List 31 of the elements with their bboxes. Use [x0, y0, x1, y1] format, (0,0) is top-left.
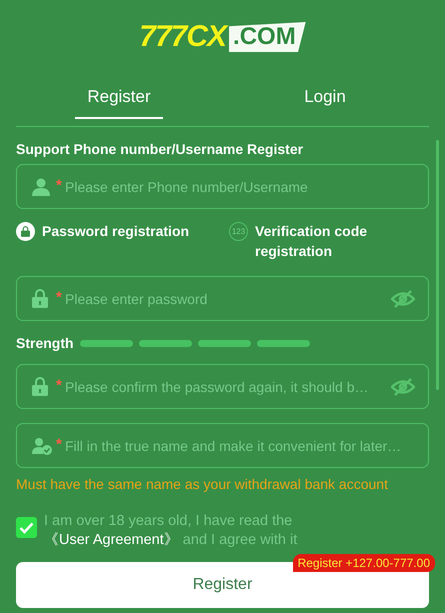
- strength-segment: [138, 340, 192, 346]
- strength-segment: [256, 340, 310, 346]
- user-check-icon: [32, 436, 52, 454]
- tab[interactable]: Login: [281, 82, 369, 119]
- checkmark-icon: [19, 522, 34, 534]
- checkbox[interactable]: [16, 517, 37, 538]
- strength-label: Strength: [16, 335, 74, 351]
- lock-icon: [32, 377, 48, 396]
- eye-off-icon[interactable]: [391, 290, 415, 308]
- required-mark: *: [56, 378, 62, 394]
- agreement-text: I am over 18 years old, I have read the 《User Agreement》 and I agree with it: [44, 512, 298, 550]
- user-icon: [32, 178, 50, 196]
- bonus-badge: Register +127.00-777.00: [292, 554, 435, 572]
- required-mark: *: [56, 290, 62, 306]
- tab[interactable]: Register: [75, 82, 163, 119]
- number-radio-icon: 123: [229, 222, 248, 241]
- warning-note: Must have the same name as your withdrawal bank account: [16, 476, 389, 492]
- mode-option[interactable]: Password registration: [16, 221, 229, 263]
- eye-off-icon[interactable]: [391, 378, 415, 396]
- required-mark: *: [56, 437, 62, 453]
- scrollbar[interactable]: [436, 140, 439, 390]
- required-mark: *: [56, 178, 62, 194]
- section-heading: Support Phone number/Username Register: [16, 141, 304, 157]
- mode-option[interactable]: 123 Verification code registration: [229, 221, 385, 263]
- agreement-link[interactable]: 《User Agreement》: [44, 532, 179, 548]
- logo-text: .COM: [229, 22, 306, 52]
- strength-segment: [198, 340, 251, 346]
- logo-text: 777CX: [139, 20, 226, 54]
- lock-icon: [32, 289, 48, 308]
- strength-segment: [80, 340, 133, 346]
- lock-radio-icon: [16, 222, 35, 241]
